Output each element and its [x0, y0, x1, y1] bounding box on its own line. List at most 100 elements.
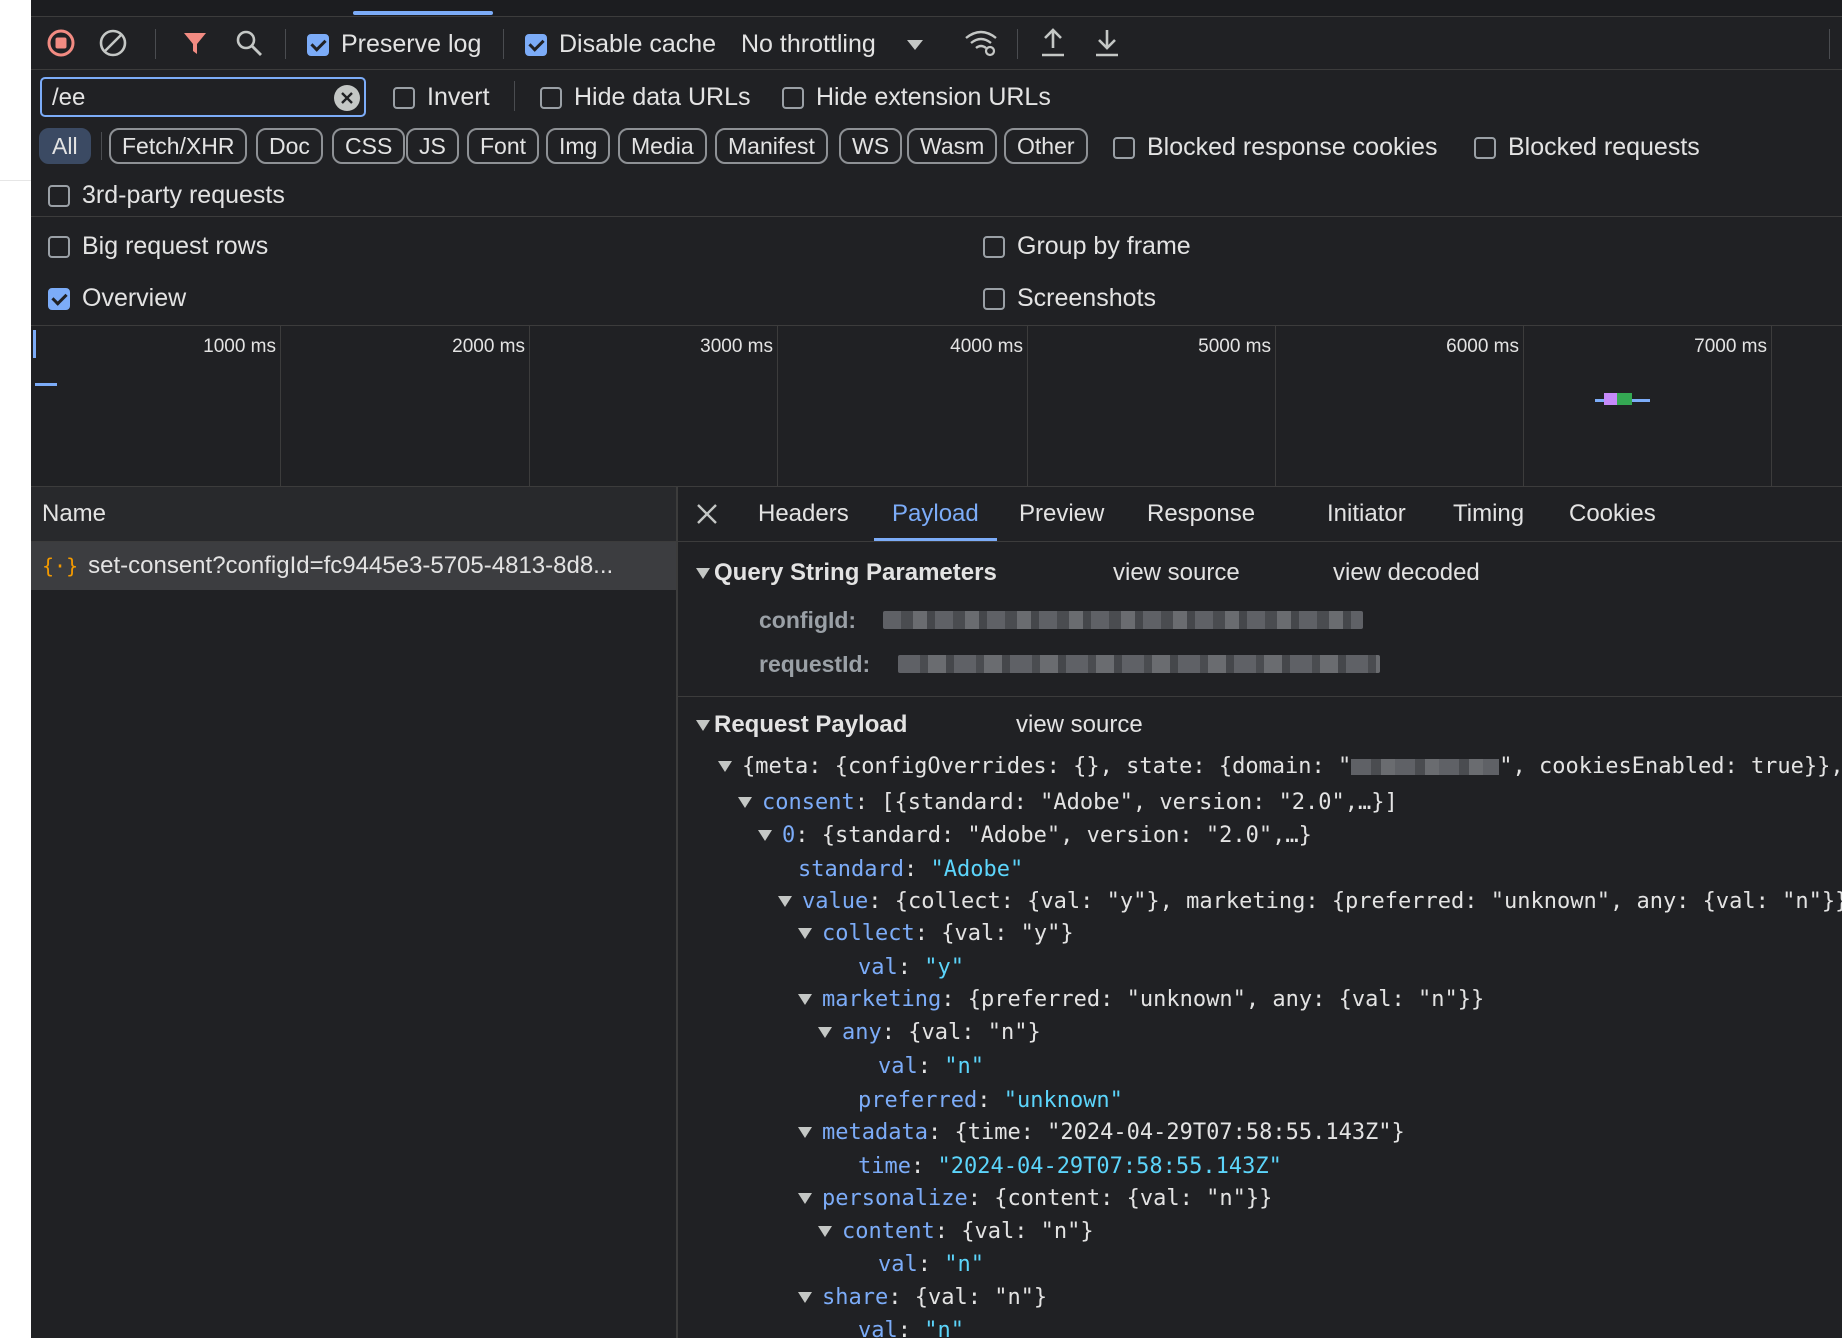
- big-request-rows-checkbox[interactable]: Big request rows: [48, 232, 268, 261]
- type-filter-all[interactable]: All: [39, 128, 91, 164]
- tree-row-content[interactable]: content : {val: "n"}: [818, 1219, 1094, 1244]
- hide-data-urls-checkbox[interactable]: Hide data URLs: [540, 83, 750, 112]
- tree-row-collect[interactable]: collect : {val: "y"}: [798, 921, 1074, 946]
- tree-summary: : {time: "2024-04-29T07:58:55.143Z"}: [927, 1120, 1405, 1145]
- search-button[interactable]: [227, 17, 271, 69]
- expand-triangle-icon: [798, 994, 812, 1005]
- tab-preview[interactable]: Preview: [1019, 487, 1104, 541]
- query-string-section-toggle[interactable]: Query String Parameters: [696, 559, 997, 587]
- checkbox[interactable]: [983, 235, 1005, 258]
- resource-type-filters: All Fetch/XHR Doc CSS JS Font Img Media …: [31, 124, 1842, 170]
- clear-filter-button[interactable]: [334, 85, 360, 111]
- checkbox[interactable]: [782, 86, 804, 109]
- stop-recording-button[interactable]: [39, 17, 83, 69]
- tick-label: 4000 ms: [950, 336, 1023, 357]
- tab-headers[interactable]: Headers: [758, 487, 849, 541]
- type-filter-wasm[interactable]: Wasm: [907, 128, 998, 164]
- network-settings: Big request rows Group by frame Overview…: [31, 217, 1842, 326]
- redacted-value: [898, 655, 1380, 673]
- expand-triangle-icon: [738, 797, 752, 808]
- filter-icon: [184, 33, 206, 54]
- expand-triangle-icon: [778, 896, 792, 907]
- tree-row-marketing[interactable]: marketing : {preferred: "unknown", any: …: [798, 987, 1484, 1012]
- type-filter-media[interactable]: Media: [618, 128, 707, 164]
- filter-input[interactable]: [50, 82, 324, 114]
- throttling-select[interactable]: No throttling: [741, 30, 924, 59]
- checkbox[interactable]: [1113, 136, 1135, 159]
- checkbox[interactable]: [307, 33, 329, 56]
- hide-extension-urls-checkbox[interactable]: Hide extension URLs: [782, 83, 1051, 112]
- tab-cookies[interactable]: Cookies: [1569, 487, 1656, 541]
- tree-row-personalize[interactable]: personalize : {content: {val: "n"}}: [798, 1186, 1272, 1211]
- blocked-requests-checkbox[interactable]: Blocked requests: [1474, 133, 1700, 162]
- query-view-decoded-button[interactable]: view decoded: [1333, 559, 1480, 587]
- request-row[interactable]: {·} set-consent?configId=fc9445e3-5705-4…: [31, 542, 676, 590]
- checkbox[interactable]: [1474, 136, 1496, 159]
- tree-row-share[interactable]: share : {val: "n"}: [798, 1285, 1047, 1310]
- network-conditions-button[interactable]: [959, 17, 1003, 69]
- tree-row-value[interactable]: value : {collect: {val: "y"}, marketing:…: [778, 889, 1842, 914]
- close-icon: [697, 504, 717, 524]
- checkbox[interactable]: [393, 86, 415, 109]
- checkbox[interactable]: [48, 184, 70, 207]
- tree-row-collect-val: val: "y": [858, 955, 964, 980]
- tree-row-any[interactable]: any : {val: "n"}: [818, 1020, 1041, 1045]
- name-column-header[interactable]: Name: [31, 487, 676, 542]
- tree-key: 0: [782, 823, 796, 848]
- tab-payload[interactable]: Payload: [874, 487, 997, 541]
- filter-input-box[interactable]: [40, 77, 366, 117]
- group-by-frame-checkbox[interactable]: Group by frame: [983, 232, 1191, 261]
- tree-row-consent[interactable]: consent : [{standard: "Adobe", version: …: [738, 790, 1398, 815]
- blocked-response-cookies-checkbox[interactable]: Blocked response cookies: [1113, 133, 1437, 162]
- import-har-button[interactable]: [1031, 17, 1075, 69]
- payload-view-source-button[interactable]: view source: [1016, 711, 1143, 739]
- query-view-source-button[interactable]: view source: [1113, 559, 1240, 587]
- grid-line: [777, 326, 778, 486]
- checkbox[interactable]: [540, 86, 562, 109]
- tab-initiator[interactable]: Initiator: [1327, 487, 1406, 541]
- checkbox[interactable]: [48, 287, 70, 310]
- tree-row-item-0[interactable]: 0 : {standard: "Adobe", version: "2.0",……: [758, 823, 1312, 848]
- screenshots-checkbox[interactable]: Screenshots: [983, 284, 1156, 313]
- type-filter-ws[interactable]: WS: [839, 128, 903, 164]
- tree-row-time: time: "2024-04-29T07:58:55.143Z": [858, 1154, 1282, 1179]
- tab-response[interactable]: Response: [1147, 487, 1255, 541]
- type-filter-img[interactable]: Img: [546, 128, 611, 164]
- preserve-log-checkbox[interactable]: Preserve log: [307, 30, 481, 59]
- tree-key: value: [802, 889, 869, 914]
- divider: [285, 29, 286, 59]
- type-filter-other[interactable]: Other: [1004, 128, 1088, 164]
- hide-extension-urls-label: Hide extension URLs: [816, 83, 1051, 111]
- type-filter-doc[interactable]: Doc: [256, 128, 323, 164]
- grid-line: [1523, 326, 1524, 486]
- type-filter-fetch-xhr[interactable]: Fetch/XHR: [109, 128, 248, 164]
- filter-button[interactable]: [173, 17, 217, 69]
- tick-label: 6000 ms: [1446, 336, 1519, 357]
- type-filter-manifest[interactable]: Manifest: [715, 128, 828, 164]
- clear-button[interactable]: [91, 17, 135, 69]
- checkbox[interactable]: [525, 33, 547, 56]
- checkbox[interactable]: [48, 235, 70, 258]
- tree-row-root[interactable]: {meta: {configOverrides: {}, state: {dom…: [718, 754, 1842, 779]
- type-filter-css[interactable]: CSS: [332, 128, 406, 164]
- type-filter-font[interactable]: Font: [467, 128, 540, 164]
- type-filter-js[interactable]: JS: [406, 128, 459, 164]
- invert-checkbox[interactable]: Invert: [393, 83, 490, 112]
- overview-timeline[interactable]: 1000 ms 2000 ms 3000 ms 4000 ms 5000 ms …: [31, 326, 1842, 487]
- export-har-button[interactable]: [1085, 17, 1129, 69]
- disable-cache-checkbox[interactable]: Disable cache: [525, 30, 716, 59]
- tree-summary: : {standard: "Adobe", version: "2.0",…}: [795, 823, 1312, 848]
- tree-row-metadata[interactable]: metadata : {time: "2024-04-29T07:58:55.1…: [798, 1120, 1405, 1145]
- third-party-requests-checkbox[interactable]: 3rd-party requests: [48, 181, 285, 210]
- tree-value: "unknown": [1003, 1088, 1123, 1113]
- redacted-domain: [1351, 758, 1500, 775]
- query-string-title: Query String Parameters: [714, 559, 997, 586]
- timeline-handle[interactable]: [33, 330, 36, 358]
- grid-line: [280, 326, 281, 486]
- checkbox[interactable]: [983, 287, 1005, 310]
- tree-row-share-val: val: "n": [858, 1318, 964, 1338]
- close-details-button[interactable]: [696, 487, 718, 541]
- tab-timing[interactable]: Timing: [1453, 487, 1524, 541]
- overview-checkbox[interactable]: Overview: [48, 284, 186, 313]
- request-payload-section-toggle[interactable]: Request Payload: [696, 711, 907, 739]
